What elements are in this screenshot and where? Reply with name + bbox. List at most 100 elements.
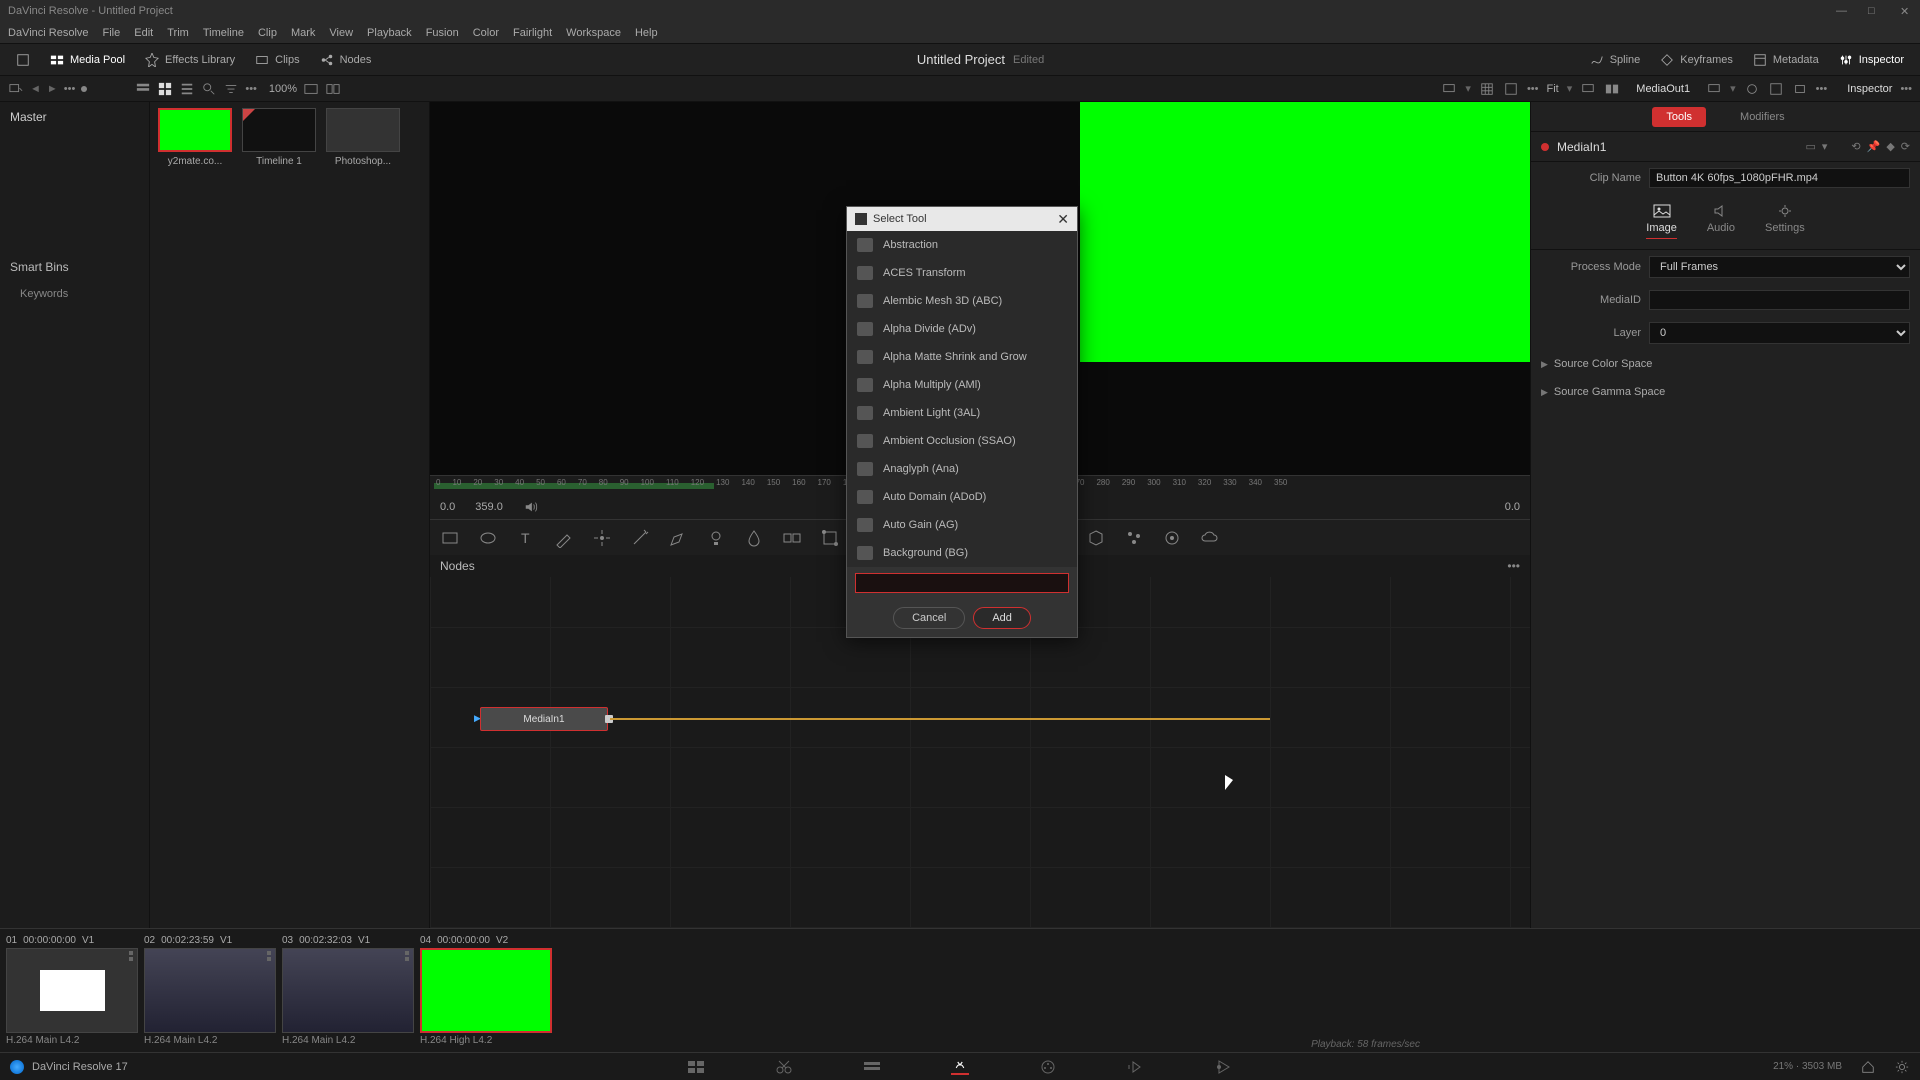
settings-icon[interactable] <box>1894 1060 1910 1074</box>
tab-modifiers[interactable]: Modifiers <box>1726 107 1799 127</box>
tool-list[interactable]: AbstractionACES TransformAlembic Mesh 3D… <box>847 231 1077 567</box>
sort-icon[interactable] <box>223 82 239 96</box>
deliver-page-icon[interactable] <box>1215 1059 1233 1075</box>
tool-list-item[interactable]: Alembic Mesh 3D (ABC) <box>847 287 1077 315</box>
display2-icon[interactable] <box>1580 82 1596 96</box>
brush-tool-icon[interactable] <box>554 528 574 548</box>
tool-search-input[interactable] <box>855 573 1069 593</box>
keyframes-button[interactable]: Keyframes <box>1652 49 1741 71</box>
add-button[interactable]: Add <box>973 607 1031 629</box>
spline-button[interactable]: Spline <box>1582 49 1649 71</box>
close-icon[interactable]: ✕ <box>1900 5 1912 17</box>
tool-list-item[interactable]: Auto Domain (ADoD) <box>847 483 1077 511</box>
clips-button[interactable]: Clips <box>247 49 307 71</box>
fusion-page-icon[interactable] <box>951 1059 969 1075</box>
tool-list-item[interactable]: Auto Gain (AG) <box>847 511 1077 539</box>
search-icon[interactable] <box>201 82 217 96</box>
grid-icon[interactable] <box>1479 82 1495 96</box>
transform-tool-icon[interactable] <box>820 528 840 548</box>
fairlight-page-icon[interactable] <box>1127 1059 1145 1075</box>
menu-fairlight[interactable]: Fairlight <box>513 27 552 39</box>
media-thumb[interactable]: Photoshop... <box>324 108 402 167</box>
menu-file[interactable]: File <box>103 27 121 39</box>
viewer-layout-icon[interactable] <box>303 82 319 96</box>
3d-tool-icon[interactable] <box>1086 528 1106 548</box>
menu-playback[interactable]: Playback <box>367 27 412 39</box>
split2-icon[interactable] <box>1604 82 1620 96</box>
expand-icon[interactable] <box>8 49 38 71</box>
tool-list-item[interactable]: Ambient Occlusion (SSAO) <box>847 427 1077 455</box>
effects-library-button[interactable]: Effects Library <box>137 49 243 71</box>
nodes-button[interactable]: Nodes <box>312 49 380 71</box>
media-thumb[interactable]: Timeline 1 <box>240 108 318 167</box>
particle-tool-icon[interactable] <box>1124 528 1144 548</box>
tool-list-item[interactable]: Alpha Matte Shrink and Grow <box>847 343 1077 371</box>
menu-mark[interactable]: Mark <box>291 27 315 39</box>
clip-item[interactable]: 0400:00:00:00V2 H.264 High L4.2 <box>420 935 552 1046</box>
source-gamma-space-group[interactable]: ▶ Source Gamma Space <box>1531 378 1920 406</box>
media-pool-button[interactable]: Media Pool <box>42 49 133 71</box>
menu-workspace[interactable]: Workspace <box>566 27 621 39</box>
color-icon[interactable] <box>1503 82 1519 96</box>
menu-fusion[interactable]: Fusion <box>426 27 459 39</box>
grid2-icon[interactable] <box>1768 82 1784 96</box>
color-page-icon[interactable] <box>1039 1059 1057 1075</box>
menu-color[interactable]: Color <box>473 27 499 39</box>
minimize-icon[interactable]: — <box>1836 5 1848 17</box>
rectangle-tool-icon[interactable] <box>440 528 460 548</box>
dialog-close-icon[interactable]: ✕ <box>1057 211 1069 228</box>
source-color-space-group[interactable]: ▶ Source Color Space <box>1531 350 1920 378</box>
viewer-split-icon[interactable] <box>325 82 341 96</box>
rect-icon[interactable] <box>1792 82 1808 96</box>
menu-trim[interactable]: Trim <box>167 27 189 39</box>
node-reset-icon[interactable]: ⟳ <box>1901 140 1910 153</box>
clip-name-field[interactable] <box>1649 168 1910 188</box>
paint-tool-icon[interactable] <box>592 528 612 548</box>
wand-tool-icon[interactable] <box>630 528 650 548</box>
metadata-button[interactable]: Metadata <box>1745 49 1827 71</box>
menu-view[interactable]: View <box>329 27 353 39</box>
fit-dropdown[interactable]: Fit <box>1547 83 1559 95</box>
dialog-titlebar[interactable]: Select Tool ✕ <box>847 207 1077 231</box>
node-dropdownicon[interactable]: ▾ <box>1822 140 1828 153</box>
light-tool-icon[interactable] <box>706 528 726 548</box>
tool-list-item[interactable]: Anaglyph (Ana) <box>847 455 1077 483</box>
thumbnail-view-icon[interactable] <box>157 82 173 96</box>
tool-list-item[interactable]: Abstraction <box>847 231 1077 259</box>
display3-icon[interactable] <box>1706 82 1722 96</box>
merge-tool-icon[interactable] <box>782 528 802 548</box>
menu-davinci[interactable]: DaVinci Resolve <box>8 27 89 39</box>
clip-item[interactable]: 0300:02:32:03V1 H.264 Main L4.2 <box>282 935 414 1046</box>
viewer-right[interactable] <box>1080 102 1530 475</box>
scope-icon[interactable] <box>1744 82 1760 96</box>
menu-help[interactable]: Help <box>635 27 658 39</box>
tool-list-item[interactable]: Background (BG) <box>847 539 1077 567</box>
media-page-icon[interactable] <box>687 1059 705 1075</box>
tool-list-item[interactable]: Alpha Divide (ADv) <box>847 315 1077 343</box>
maximize-icon[interactable]: □ <box>1868 5 1880 17</box>
cancel-button[interactable]: Cancel <box>893 607 965 629</box>
keywords-bin[interactable]: Keywords <box>0 282 149 306</box>
zoom-level[interactable]: 100% <box>269 83 297 95</box>
subtab-audio[interactable]: Audio <box>1707 204 1735 239</box>
subtab-settings[interactable]: Settings <box>1765 204 1805 239</box>
clip-item[interactable]: 0100:00:00:00V1 H.264 Main L4.2 <box>6 935 138 1046</box>
text-tool-icon[interactable]: T <box>516 528 536 548</box>
media-in-node[interactable]: MediaIn1 <box>480 707 608 731</box>
tool-list-item[interactable]: Alpha Multiply (AMl) <box>847 371 1077 399</box>
ellipse-tool-icon[interactable] <box>478 528 498 548</box>
node-keyframe-icon[interactable]: ◆ <box>1886 140 1894 153</box>
menu-clip[interactable]: Clip <box>258 27 277 39</box>
node-lock-icon[interactable]: ⟲ <box>1851 140 1860 153</box>
media-thumb[interactable]: y2mate.co... <box>156 108 234 167</box>
cloud-tool-icon[interactable] <box>1200 528 1220 548</box>
tab-tools[interactable]: Tools <box>1652 107 1706 127</box>
home-icon[interactable] <box>1860 1060 1876 1074</box>
speaker-icon[interactable] <box>523 500 539 514</box>
display-icon[interactable] <box>1441 82 1457 96</box>
master-bin[interactable]: Master <box>0 102 149 132</box>
clip-item[interactable]: 0200:02:23:59V1 H.264 Main L4.2 <box>144 935 276 1046</box>
inspector-button[interactable]: Inspector <box>1831 49 1912 71</box>
subtab-image[interactable]: Image <box>1646 204 1677 239</box>
node-versions-icon[interactable]: ▭ <box>1805 140 1815 153</box>
